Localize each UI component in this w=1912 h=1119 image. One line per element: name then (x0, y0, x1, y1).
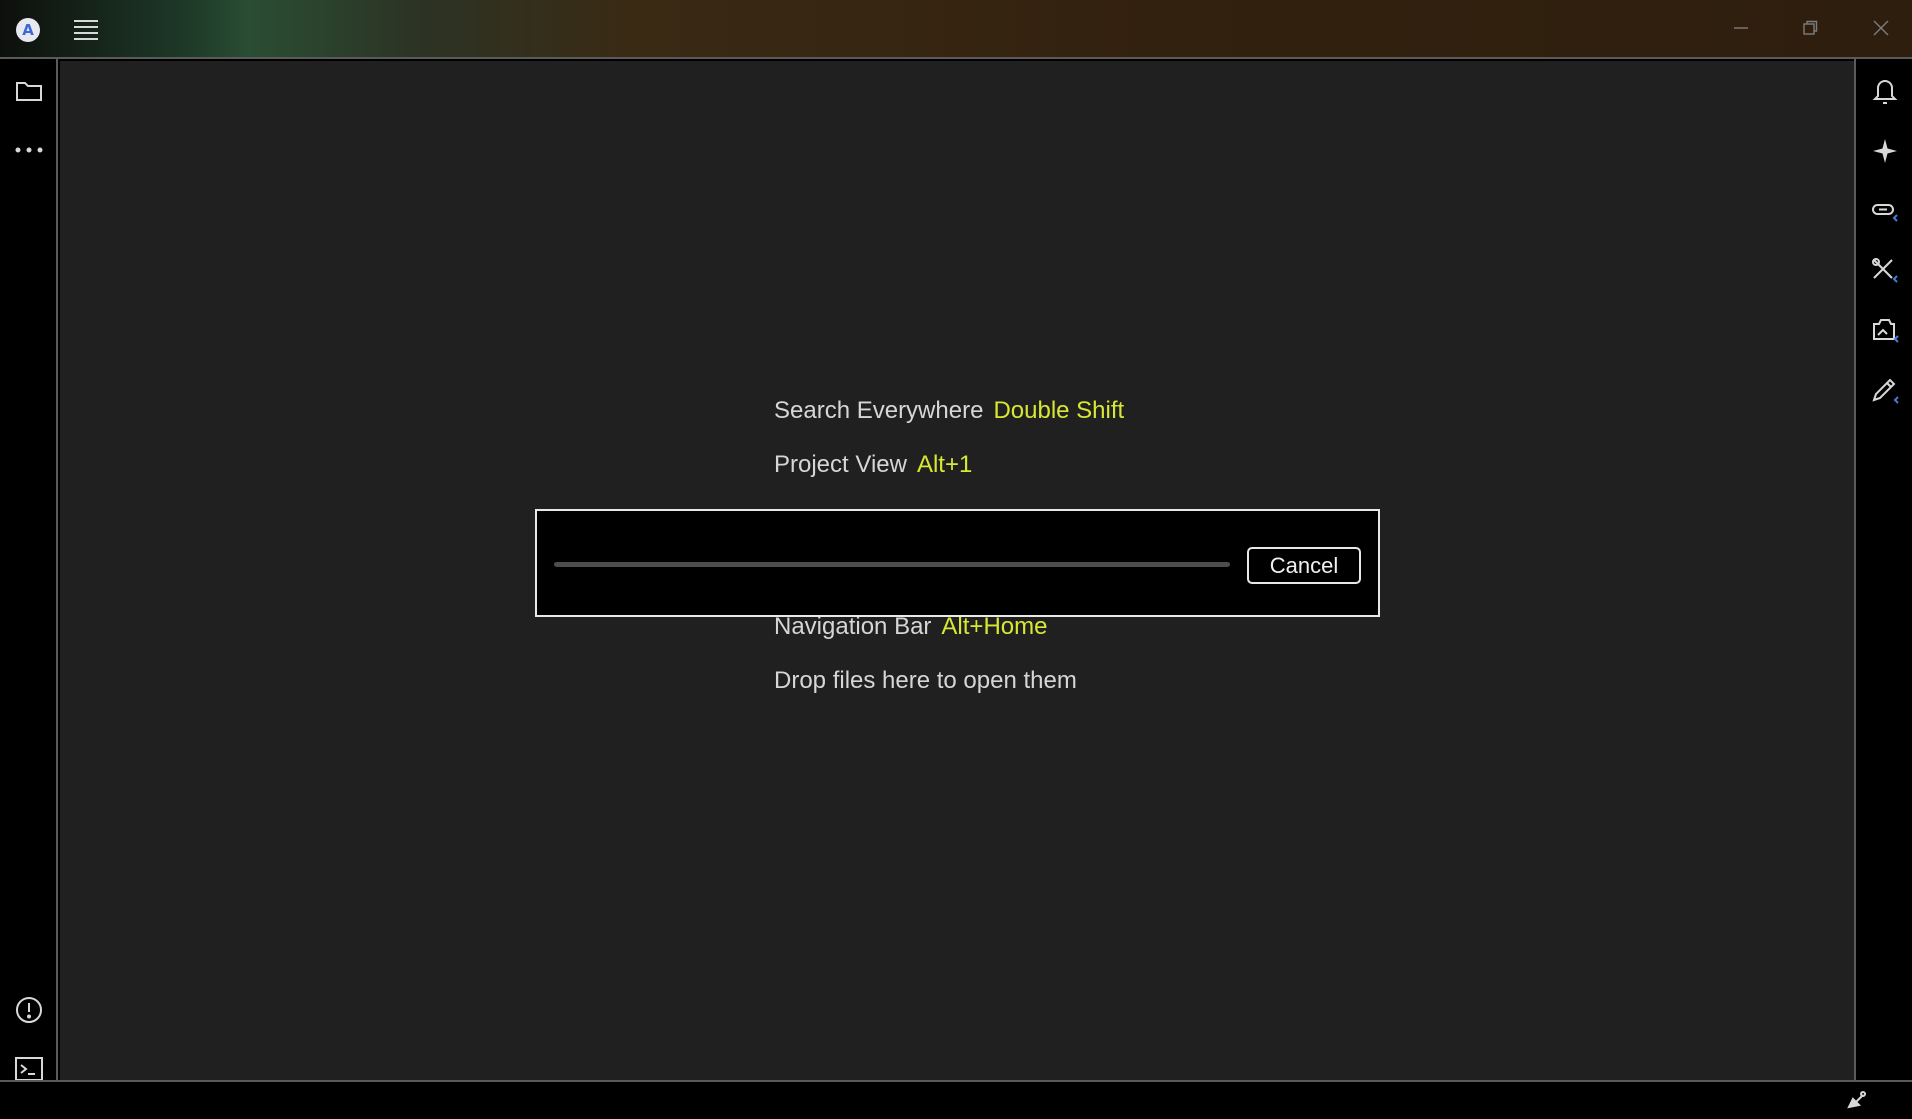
hint-key: Alt+Home (941, 613, 1048, 640)
app-logo-letter: A (22, 21, 34, 39)
cancel-button[interactable]: Cancel (1247, 547, 1361, 584)
hint-search-everywhere: Search Everywhere Double Shift (774, 397, 1124, 425)
satellite-icon[interactable] (1838, 1082, 1874, 1118)
app-logo-icon[interactable]: A (16, 18, 40, 42)
folder-icon[interactable] (9, 71, 49, 111)
hint-label: Drop files here to open them (774, 667, 1077, 694)
hint-drop-files: Drop files here to open them (774, 667, 1077, 695)
sparkle-icon[interactable] (1865, 131, 1905, 171)
hint-key: Alt+1 (916, 451, 973, 478)
hamburger-menu-icon[interactable] (72, 16, 100, 42)
progress-bar (554, 562, 1230, 567)
hint-key: Double Shift (993, 397, 1125, 424)
right-tool-strip (1854, 59, 1912, 1080)
restore-icon[interactable] (1790, 10, 1830, 46)
close-icon[interactable] (1861, 10, 1901, 46)
hint-navigation-bar: Navigation Bar Alt+Home (774, 613, 1047, 641)
title-bar: A (0, 0, 1912, 59)
tools-plugin-icon[interactable] (1865, 251, 1905, 291)
hint-label: Navigation Bar (774, 613, 932, 640)
hint-label: Search Everywhere (774, 397, 984, 424)
left-tool-strip (0, 59, 58, 1081)
problems-icon[interactable] (9, 990, 49, 1030)
status-bar (0, 1080, 1912, 1119)
bell-icon[interactable] (1865, 71, 1905, 111)
pencil-plugin-icon[interactable] (1865, 371, 1905, 411)
minimize-icon[interactable] (1721, 10, 1761, 46)
hint-label: Project View (774, 451, 907, 478)
hint-project-view: Project View Alt+1 (774, 451, 972, 479)
image-plugin-icon[interactable] (1865, 311, 1905, 351)
progress-dialog: Cancel (535, 509, 1380, 617)
link-plugin-icon[interactable] (1865, 191, 1905, 231)
more-horizontal-icon[interactable] (9, 130, 49, 170)
